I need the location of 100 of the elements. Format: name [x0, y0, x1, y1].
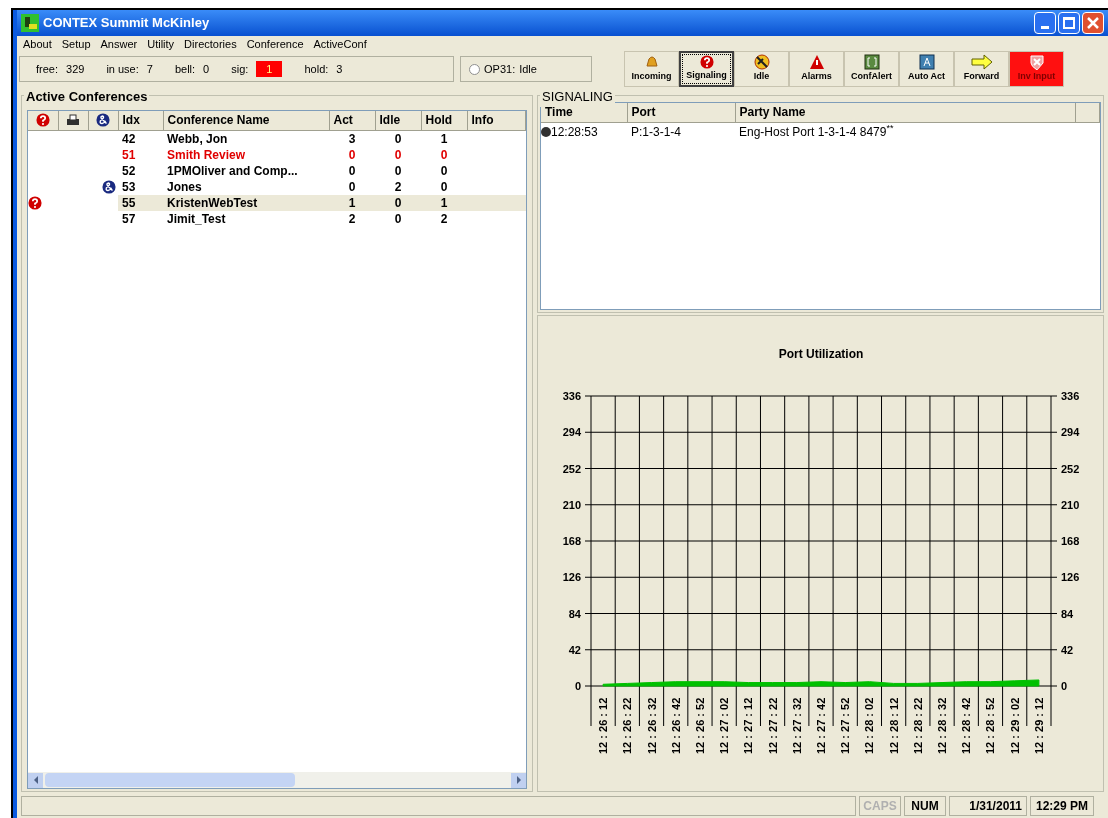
table-cell-text: 0	[439, 162, 449, 179]
table-cell: 2	[421, 210, 467, 227]
status-date: 1/31/2011	[949, 796, 1027, 816]
status-indicator: CAPS	[859, 796, 901, 816]
x-tick-label: 12 : 27 : 22	[766, 697, 779, 754]
scroll-thumb[interactable]	[45, 773, 295, 787]
menu-item[interactable]: Utility	[147, 36, 175, 53]
table-cell-text: 51	[121, 146, 137, 163]
counter-label: free:	[36, 61, 58, 77]
table-cell: 1	[421, 194, 467, 211]
y-tick-label: 42	[568, 643, 581, 656]
app-icon	[21, 14, 39, 32]
table-cell: Eng-Host Port 1-3-1-4 8479$^{**}$	[735, 122, 1075, 141]
y-tick-label: 42	[1061, 643, 1074, 656]
ampersand-icon	[102, 179, 116, 194]
status-indicator: NUM	[904, 796, 946, 816]
column-header[interactable]: Idx	[118, 111, 163, 130]
menu-item[interactable]: Directories	[184, 36, 237, 53]
counter-label: in use:	[106, 61, 139, 77]
table-cell-text: 52	[121, 162, 137, 179]
toolbar-button[interactable]: Signaling	[679, 51, 734, 87]
y-tick-label: 210	[562, 498, 581, 511]
table-cell: 2	[329, 210, 375, 227]
x-tick-label: 12 : 27 : 42	[815, 697, 827, 754]
column-header[interactable]: Idle	[375, 111, 421, 130]
table-cell: Webb, Jon	[163, 130, 329, 147]
table-cell-text: 0	[439, 146, 449, 163]
column-header[interactable]	[88, 111, 118, 130]
x-tick-label: 12 : 26 : 42	[669, 697, 682, 754]
column-header[interactable]	[58, 111, 88, 130]
y-tick-label: 252	[562, 462, 581, 475]
toolbar-button[interactable]: Incoming	[624, 51, 679, 87]
y-tick-label: 252	[1061, 462, 1080, 475]
menu-item[interactable]: ActiveConf	[313, 36, 367, 53]
column-header[interactable]: Port	[627, 103, 735, 122]
arrow-right-icon	[969, 54, 994, 71]
counter-value: 329	[66, 61, 85, 77]
table-cell-text: 0	[439, 178, 449, 195]
column-header[interactable]: Conference Name	[163, 111, 329, 130]
table-cell: 57	[118, 210, 163, 227]
printer-icon	[66, 113, 80, 128]
toolbar-button[interactable]: Idle	[734, 51, 789, 87]
toolbar-button[interactable]: Forward	[954, 51, 1009, 87]
table-cell: 1	[329, 194, 375, 211]
y-tick-label: 294	[562, 426, 581, 439]
table-cell-text: Smith Review	[166, 146, 247, 163]
x-tick-label: 12 : 29 : 02	[1008, 697, 1021, 754]
x-tick-label: 12 : 27 : 52	[839, 697, 852, 754]
x-tick-label: 12 : 28 : 22	[911, 697, 924, 754]
y-tick-label: 126	[1061, 571, 1080, 584]
y-tick-label: 294	[1061, 426, 1080, 439]
x-tick-label: 12 : 28 : 32	[936, 697, 949, 754]
scroll-left-icon	[28, 772, 43, 788]
table-cell: KristenWebTest	[163, 194, 329, 211]
y-tick-label: 336	[562, 390, 581, 402]
table-cell-text: 0	[347, 178, 357, 195]
operator-radio[interactable]	[469, 63, 480, 75]
toolbar-button[interactable]: ConfAlert	[844, 51, 899, 87]
menu-item[interactable]: About	[23, 36, 52, 53]
toolbar-button[interactable]: Auto Act	[899, 51, 954, 87]
table-cell: 3	[329, 130, 375, 147]
table-cell: P:1-3-1-4	[627, 122, 735, 141]
y-tick-label: 0	[1061, 680, 1068, 692]
x-tick-label: 12 : 27 : 02	[718, 697, 731, 754]
toolbar-button[interactable]: Alarms	[789, 51, 844, 87]
help-icon	[35, 113, 50, 128]
minimize-icon	[1041, 26, 1049, 29]
y-tick-label: 0	[574, 680, 581, 692]
table-cell-text: 0	[393, 146, 403, 163]
minimize-button[interactable]	[1034, 12, 1056, 34]
counter-value: 0	[203, 61, 210, 77]
y-tick-label: 84	[1061, 607, 1074, 620]
x-tick-label: 12 : 26 : 22	[621, 697, 634, 754]
chart-title: Port Utilization	[778, 347, 864, 361]
maximize-button[interactable]	[1058, 12, 1080, 34]
table-cell: 0	[375, 130, 421, 147]
close-icon	[1087, 17, 1099, 29]
table-cell: 55	[118, 194, 163, 211]
y-tick-label: 168	[1061, 535, 1080, 547]
column-header[interactable]: Party Name	[735, 103, 1075, 122]
x-tick-label: 12 : 28 : 12	[887, 697, 900, 754]
status-time: 12:29 PM	[1030, 796, 1094, 816]
column-header[interactable]: Info	[467, 111, 526, 130]
window-title: CONTEX Summit McKinley	[43, 14, 210, 33]
help-icon	[699, 55, 714, 70]
column-header[interactable]: Act	[329, 111, 375, 130]
horizontal-scrollbar[interactable]	[28, 772, 526, 788]
table-cell-text: 12:28:53	[551, 123, 598, 141]
column-header[interactable]: Hold	[421, 111, 467, 130]
menu-item[interactable]: Conference	[246, 36, 304, 53]
counter-value: 7	[146, 61, 153, 77]
table-cell: Jimit_Test	[163, 210, 329, 227]
menu-item[interactable]: Answer	[100, 36, 138, 53]
x-tick-label: 12 : 28 : 42	[960, 697, 973, 754]
table-cell: 0	[375, 210, 421, 227]
menu-item[interactable]: Setup	[61, 36, 91, 53]
counter-label: sig:	[231, 61, 249, 77]
x-tick-label: 12 : 27 : 12	[742, 697, 755, 754]
close-button[interactable]	[1082, 12, 1104, 34]
table-cell: 1	[421, 130, 467, 147]
